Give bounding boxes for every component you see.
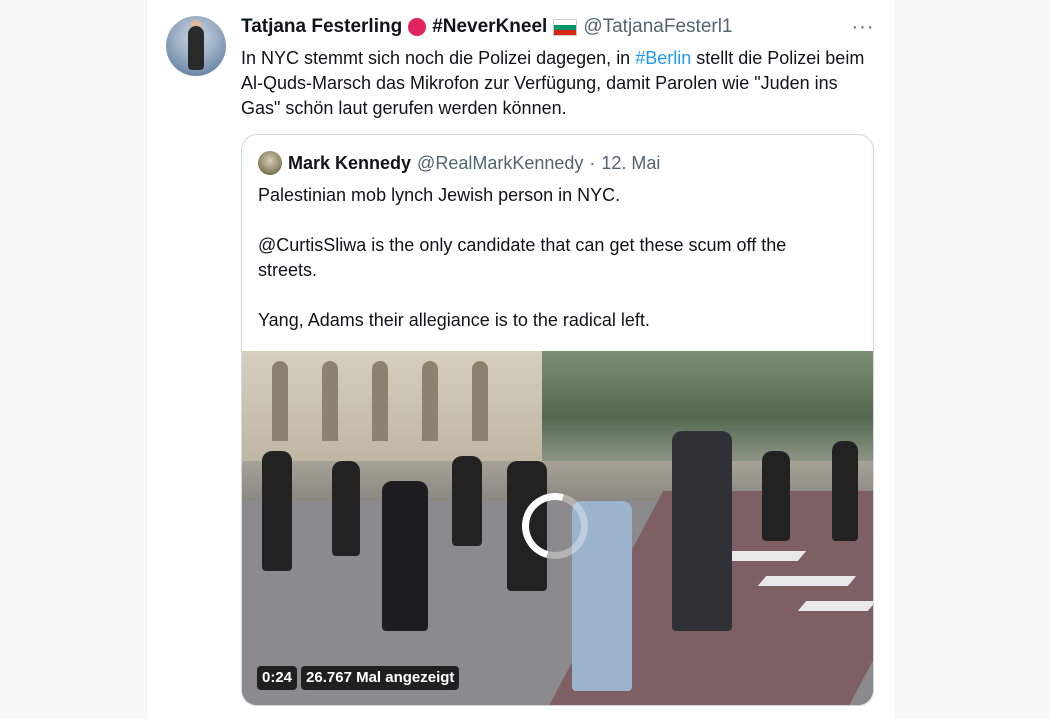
video-player[interactable]: 0:24 26.767 Mal angezeigt [242,351,873,705]
quoted-date: 12. Mai [601,152,661,173]
person-silhouette [452,456,482,546]
video-duration-badge: 0:24 [257,666,298,690]
quoted-paragraph: @CurtisSliwa is the only candidate that … [258,235,787,280]
building-column [272,361,288,441]
hashtag-link[interactable]: #Berlin [635,48,691,68]
quoted-tweet[interactable]: Mark Kennedy @RealMarkKennedy · 12. Mai … [241,134,874,706]
person-silhouette [832,441,858,541]
quoted-text: Palestinian mob lynch Jewish person in N… [258,183,848,333]
video-views-badge: 26.767 Mal angezeigt [301,666,460,690]
quoted-author-avatar [258,151,282,175]
quoted-paragraph: Yang, Adams their allegiance is to the r… [258,310,650,330]
building-column [422,361,438,441]
person-silhouette [332,461,360,556]
author-tag: #NeverKneel [432,16,548,37]
quoted-author-handle: @RealMarkKennedy [417,152,584,173]
tweet-text-part1: In NYC stemmt sich noch die Polizei dage… [241,48,636,68]
tweet-header: Tatjana Festerling #NeverKneel @TatjanaF… [241,14,733,40]
separator-dot: · [589,152,596,173]
author-handle[interactable]: @TatjanaFesterl1 [583,16,732,38]
author-avatar[interactable] [166,16,226,76]
person-silhouette [762,451,790,541]
tweet-text: In NYC stemmt sich noch die Polizei dage… [241,46,881,121]
person-silhouette [672,431,732,631]
person-silhouette [262,451,292,571]
video-badges: 0:24 26.767 Mal angezeigt [257,666,460,690]
building-column [372,361,388,441]
bulgaria-flag-icon [553,18,578,36]
red-circle-emoji-icon [408,18,427,36]
author-name[interactable]: Tatjana Festerling [241,16,402,38]
video-scene-building [242,351,542,461]
building-column [472,361,488,441]
crosswalk-stripe [757,576,857,586]
quoted-author-name: Mark Kennedy [288,152,412,173]
avatar-figure-shape [188,26,204,70]
quoted-paragraph: Palestinian mob lynch Jewish person in N… [258,185,621,205]
person-silhouette [382,481,428,631]
more-options-icon[interactable]: ··· [850,16,876,38]
crosswalk-stripe [797,601,873,611]
building-column [322,361,338,441]
quoted-header: Mark Kennedy @RealMarkKennedy · 12. Mai [258,151,660,175]
